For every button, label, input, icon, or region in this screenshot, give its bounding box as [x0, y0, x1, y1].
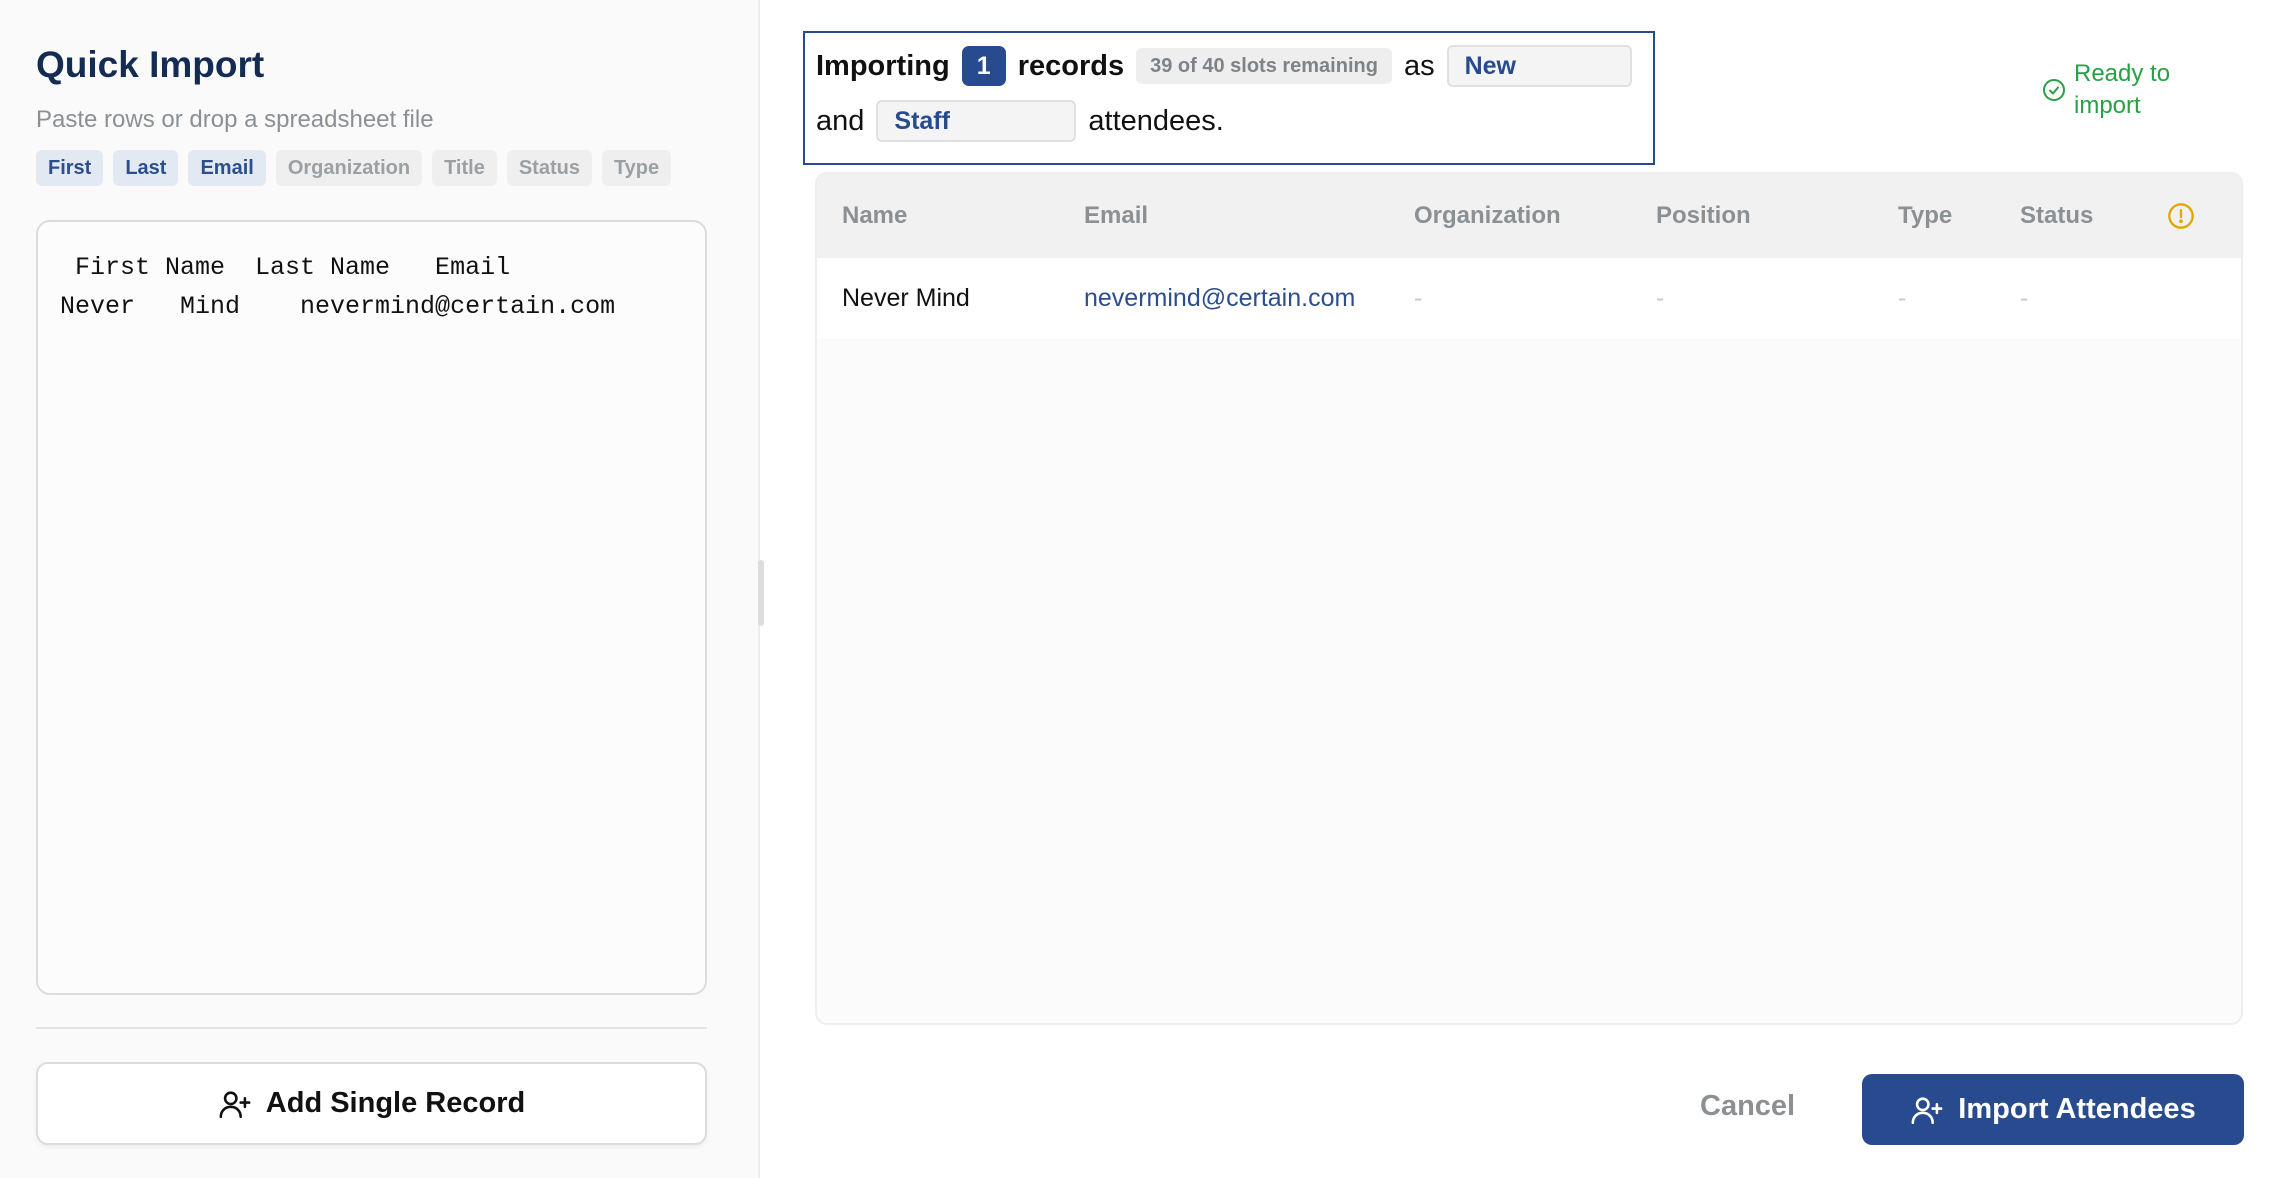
import-summary: Importing 1 records 39 of 40 slots remai…: [803, 31, 1655, 165]
table-row[interactable]: Never Mind nevermind@certain.com - - - -: [817, 258, 2241, 339]
col-organization: Organization: [1414, 202, 1561, 229]
user-plus-icon: [1911, 1096, 1943, 1124]
chip-last[interactable]: Last: [113, 150, 179, 186]
table-header: Name Email Organization Position Type St…: [817, 174, 2241, 258]
import-attendees-label: Import Attendees: [1958, 1093, 2196, 1125]
cell-name: Never Mind: [842, 284, 970, 312]
cell-type: -: [1898, 284, 1907, 312]
check-circle-icon: [2043, 79, 2065, 101]
chip-first[interactable]: First: [36, 150, 104, 186]
import-attendees-button[interactable]: Import Attendees: [1862, 1074, 2244, 1145]
cell-organization: -: [1414, 284, 1423, 312]
user-plus-icon: [219, 1090, 251, 1118]
and-label: and: [816, 104, 865, 137]
col-status: Status: [2020, 202, 2094, 229]
ready-text: Ready to import: [2074, 60, 2171, 119]
importing-label: Importing: [816, 49, 950, 82]
resize-handle[interactable]: [758, 560, 764, 626]
quick-import-panel: Quick Import Paste rows or drop a spread…: [0, 0, 760, 1178]
record-count-badge: 1: [961, 46, 1006, 86]
preview-table: Name Email Organization Position Type St…: [815, 172, 2243, 1025]
col-type: Type: [1898, 202, 1953, 229]
paste-textarea[interactable]: First Name Last Name Email Never Mind ne…: [36, 220, 707, 995]
slots-remaining-badge: 39 of 40 slots remaining: [1136, 48, 1392, 84]
cell-status: -: [2020, 284, 2029, 312]
column-chips: First Last Email Organization Title Stat…: [36, 150, 672, 186]
panel-title: Quick Import: [36, 44, 265, 85]
records-label: records: [1017, 49, 1125, 82]
alert-circle-icon[interactable]: [2167, 202, 2195, 230]
chip-title[interactable]: Title: [432, 150, 497, 186]
col-email: Email: [1084, 202, 1149, 229]
cell-position: -: [1656, 284, 1665, 312]
chip-type[interactable]: Type: [601, 150, 672, 186]
panel-subtitle: Paste rows or drop a spreadsheet file: [36, 106, 434, 133]
type-select[interactable]: Staff: [876, 100, 1077, 142]
add-single-record-button[interactable]: Add Single Record: [36, 1062, 707, 1145]
chip-status[interactable]: Status: [506, 150, 592, 186]
chip-email[interactable]: Email: [188, 150, 266, 186]
divider: [36, 1027, 707, 1029]
add-single-record-label: Add Single Record: [265, 1087, 526, 1119]
status-select[interactable]: New: [1446, 45, 1632, 87]
cancel-button[interactable]: Cancel: [1700, 1090, 1795, 1123]
col-position: Position: [1656, 202, 1751, 229]
chip-organization[interactable]: Organization: [275, 150, 423, 186]
as-label: as: [1403, 49, 1435, 82]
cell-email: nevermind@certain.com: [1084, 284, 1356, 312]
ready-status: Ready to import: [2042, 58, 2202, 122]
attendees-label: attendees.: [1088, 104, 1224, 137]
col-name: Name: [842, 202, 908, 229]
